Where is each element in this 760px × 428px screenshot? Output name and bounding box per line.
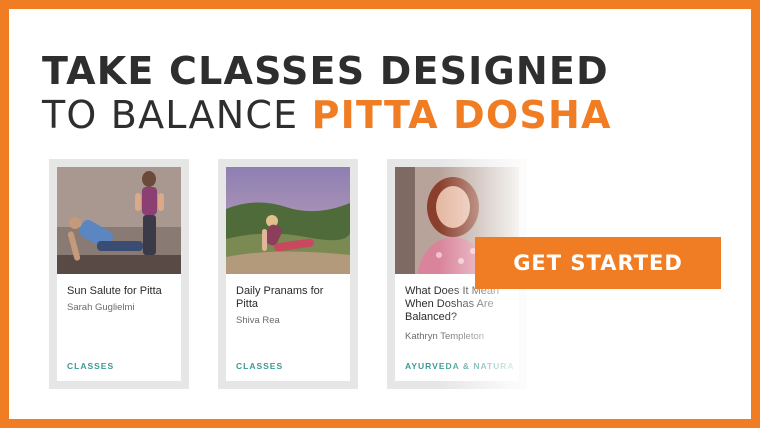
yoga-studio-image (57, 167, 181, 274)
banner-frame: TAKE CLASSES DESIGNED TO BALANCE PITTA D… (0, 0, 760, 428)
headline-plain-text: TO BALANCE (42, 93, 312, 137)
card-body: Sun Salute for Pitta Sarah Guglielmi CLA… (57, 167, 181, 381)
headline-accent-text: PITTA DOSHA (311, 93, 612, 137)
card-tag: AYURVEDA & NATURA (405, 361, 515, 371)
card-tag: CLASSES (236, 361, 284, 371)
card-thumbnail-image (57, 167, 181, 274)
headline-line-2: TO BALANCE PITTA DOSHA (42, 93, 612, 138)
get-started-button[interactable]: GET STARTED (475, 237, 721, 289)
card-title: What Does It Mean When Doshas Are Balanc… (405, 285, 500, 323)
card-author: Shiva Rea (236, 315, 280, 326)
card-body: Daily Pranams for Pitta Shiva Rea CLASSE… (226, 167, 350, 381)
card-author: Kathryn Templeton (405, 331, 485, 342)
class-card-sun-salute[interactable]: Sun Salute for Pitta Sarah Guglielmi CLA… (49, 159, 189, 389)
class-card-daily-pranams[interactable]: Daily Pranams for Pitta Shiva Rea CLASSE… (218, 159, 358, 389)
card-title: Daily Pranams for Pitta (236, 285, 324, 310)
card-author: Sarah Guglielmi (67, 302, 135, 313)
card-thumbnail-image (226, 167, 350, 274)
headline: TAKE CLASSES DESIGNED TO BALANCE PITTA D… (42, 49, 612, 138)
headline-line-1: TAKE CLASSES DESIGNED (42, 49, 609, 93)
card-title: Sun Salute for Pitta (67, 285, 162, 297)
outdoor-yoga-image (226, 167, 350, 274)
card-tag: CLASSES (67, 361, 115, 371)
